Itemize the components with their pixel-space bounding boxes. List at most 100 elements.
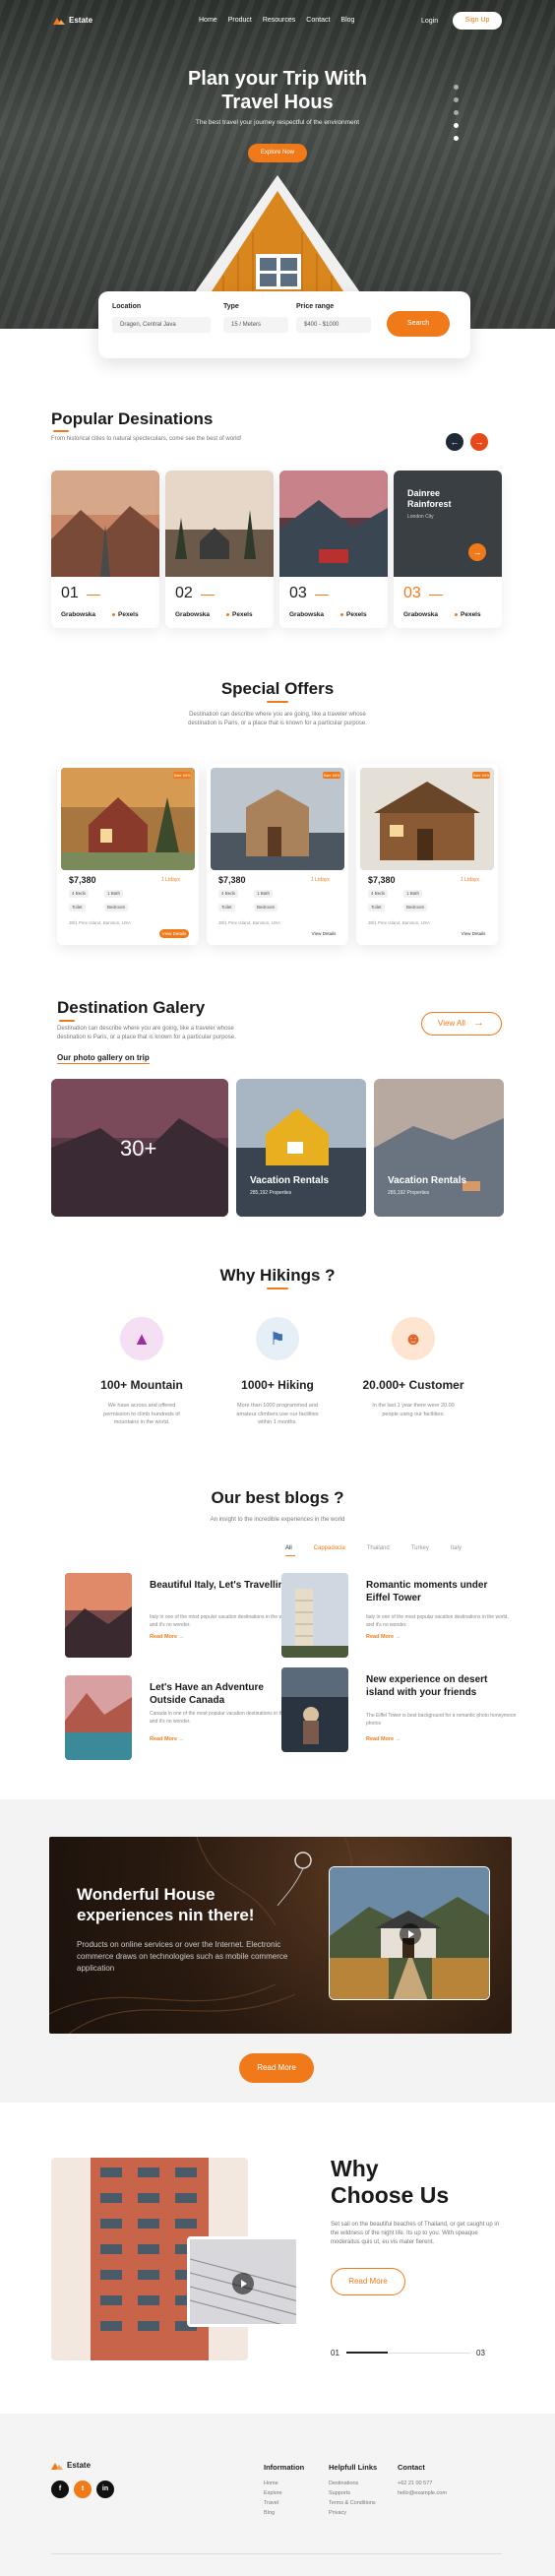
gallery-link[interactable]: Our photo gallery on trip	[57, 1053, 150, 1064]
offer-image	[61, 768, 195, 870]
brand-logo[interactable]: Estate	[53, 16, 92, 25]
why-title-line1: Why	[331, 2156, 379, 2181]
destination-number: 03	[403, 585, 421, 601]
footer-brand[interactable]: Estate	[51, 2461, 91, 2470]
sale-tag: Sale 40%	[472, 772, 490, 779]
twitter-icon[interactable]: t	[74, 2481, 92, 2498]
footer-col-title: Information	[264, 2463, 305, 2472]
play-icon[interactable]	[232, 2273, 254, 2294]
gallery-image[interactable]: Vacation Rentals 285,192 Properties	[236, 1079, 366, 1217]
offer-card[interactable]: Sale 40% $7,380 1 Ltdays 4 Beds 1 Bath T…	[207, 764, 348, 945]
blogs-subtitle: An insight to the incredible experiences…	[210, 1517, 345, 1523]
title-underline	[53, 430, 69, 432]
footer-col-contact: Contact +62 21 00 577 hello@example.com	[398, 2463, 447, 2498]
facebook-icon[interactable]: f	[51, 2481, 69, 2498]
play-icon[interactable]	[400, 1923, 421, 1945]
destination-card[interactable]: 01 Grabowska Pexels	[51, 471, 159, 628]
location-field[interactable]: Dragen, Central Java	[112, 317, 211, 333]
footer-link[interactable]: Blog	[264, 2508, 304, 2518]
search-button[interactable]: Search	[387, 311, 450, 337]
destination-card-featured[interactable]: Dainree Rainforest London City → 03 Grab…	[394, 471, 502, 628]
view-all-label: View All	[438, 1019, 465, 1028]
offer-price: $7,380	[368, 875, 396, 885]
arrow-right-icon[interactable]: →	[468, 543, 486, 561]
why-read-more-button[interactable]: Read More	[331, 2268, 405, 2295]
view-details-button[interactable]: View Details	[309, 929, 339, 938]
footer-link[interactable]: Travel	[264, 2498, 304, 2508]
destination-card[interactable]: 03 Grabowska Pexels	[279, 471, 388, 628]
slider-dot[interactable]	[454, 110, 459, 115]
slider-dot-active[interactable]	[454, 123, 459, 128]
nav-link-resources[interactable]: Resources	[263, 17, 295, 24]
nav-link-blog[interactable]: Blog	[340, 17, 354, 24]
type-field[interactable]: 15 / Meters	[223, 317, 288, 333]
destination-source: Pexels	[346, 611, 367, 618]
read-more-link[interactable]: Read More →	[150, 1634, 184, 1640]
feature-desc: We have across and offered permission to…	[103, 1403, 180, 1425]
destination-image	[51, 471, 159, 577]
footer-link[interactable]: Home	[264, 2479, 304, 2488]
destination-city: Grabowska	[289, 611, 325, 618]
explore-button[interactable]: Explore Now	[248, 144, 307, 162]
login-link[interactable]: Login	[421, 18, 438, 25]
promo-title-line1: Wonderful House	[77, 1885, 216, 1904]
blog-card[interactable]: Beautiful Italy, Let's Travelling! Italy…	[65, 1573, 301, 1658]
nav-link-home[interactable]: Home	[199, 17, 217, 24]
beds-chip: 4 Beds	[218, 890, 239, 898]
slider-dot[interactable]	[454, 136, 459, 141]
read-more-link[interactable]: Read More →	[366, 1634, 401, 1640]
offer-image	[211, 768, 344, 870]
gallery-subtitle-line1: Destination can describe where you are g…	[57, 1026, 234, 1032]
promo-video[interactable]	[329, 1866, 490, 2000]
footer-link[interactable]: Supports	[329, 2488, 377, 2498]
linkedin-icon[interactable]: in	[96, 2481, 114, 2498]
footer-phone[interactable]: +62 21 00 577	[398, 2479, 447, 2488]
tab-italy[interactable]: Italy	[451, 1545, 462, 1551]
footer-email[interactable]: hello@example.com	[398, 2488, 447, 2498]
view-details-button[interactable]: View Details	[159, 929, 189, 938]
tab-thailand[interactable]: Thailand	[367, 1545, 390, 1551]
slider-dot[interactable]	[454, 97, 459, 102]
hiking-feature: ▲ 100+ Mountain We have across and offer…	[78, 1317, 206, 1427]
destination-source: Pexels	[232, 611, 253, 618]
promo-read-more-button[interactable]: Read More	[239, 2053, 314, 2083]
promo-title-line2: experiences nin there!	[77, 1906, 255, 1924]
slider-dot[interactable]	[454, 85, 459, 90]
footer-link[interactable]: Terms & Conditions	[329, 2498, 377, 2508]
blog-card[interactable]: New experience on desert island with you…	[281, 1667, 518, 1752]
blogs-title: Our best blogs ?	[211, 1488, 344, 1507]
blog-image	[65, 1675, 132, 1760]
video-image[interactable]	[187, 2236, 299, 2327]
gallery-image[interactable]: Vacation Rentals 285,192 Properties	[374, 1079, 504, 1217]
gallery-title: Destination Galery	[57, 998, 206, 1017]
read-more-link[interactable]: Read More →	[366, 1736, 401, 1742]
tab-turkey[interactable]: Turkey	[411, 1545, 429, 1551]
nav-link-product[interactable]: Product	[228, 17, 252, 24]
offer-card[interactable]: Sale 40% $7,380 1 Ltdays 4 Beds 1 Bath T…	[356, 764, 498, 945]
prev-arrow-icon[interactable]: ←	[446, 433, 463, 451]
price-field[interactable]: $400 - $1000	[296, 317, 371, 333]
footer-col-title: Helpfull Links	[329, 2463, 378, 2472]
view-details-button[interactable]: View Details	[459, 929, 488, 938]
blog-card[interactable]: Romantic moments under Eiffel Tower Ital…	[281, 1573, 518, 1658]
offer-card[interactable]: Sale 40% $7,380 1 Ltdays 4 Beds 1 Bath T…	[57, 764, 199, 945]
next-arrow-icon[interactable]: →	[470, 433, 488, 451]
hero-title: Plan your Trip With Travel Hous	[130, 67, 425, 114]
read-more-link[interactable]: Read More →	[150, 1736, 184, 1742]
nav-link-contact[interactable]: Contact	[306, 17, 330, 24]
gallery-image-count[interactable]: 30+	[51, 1079, 228, 1217]
footer: Estate f t in Information Home Explore T…	[0, 2414, 555, 2576]
blog-card[interactable]: Let's Have an Adventure Outside Canada C…	[65, 1675, 301, 1760]
footer-link[interactable]: Explore	[264, 2488, 304, 2498]
destination-card[interactable]: 02 Grabowska Pexels	[165, 471, 274, 628]
destination-number: 01	[61, 585, 79, 601]
footer-link[interactable]: Privacy	[329, 2508, 377, 2518]
logo-icon	[53, 17, 65, 25]
blog-image	[281, 1573, 348, 1658]
why-title: Why Choose Us	[331, 2156, 449, 2209]
tab-cappadocia[interactable]: Cappadocia	[314, 1545, 345, 1551]
footer-link[interactable]: Destinations	[329, 2479, 377, 2488]
view-all-button[interactable]: View All →	[421, 1012, 502, 1036]
tab-all[interactable]: All	[285, 1545, 292, 1551]
signup-button[interactable]: Sign Up	[453, 12, 502, 30]
